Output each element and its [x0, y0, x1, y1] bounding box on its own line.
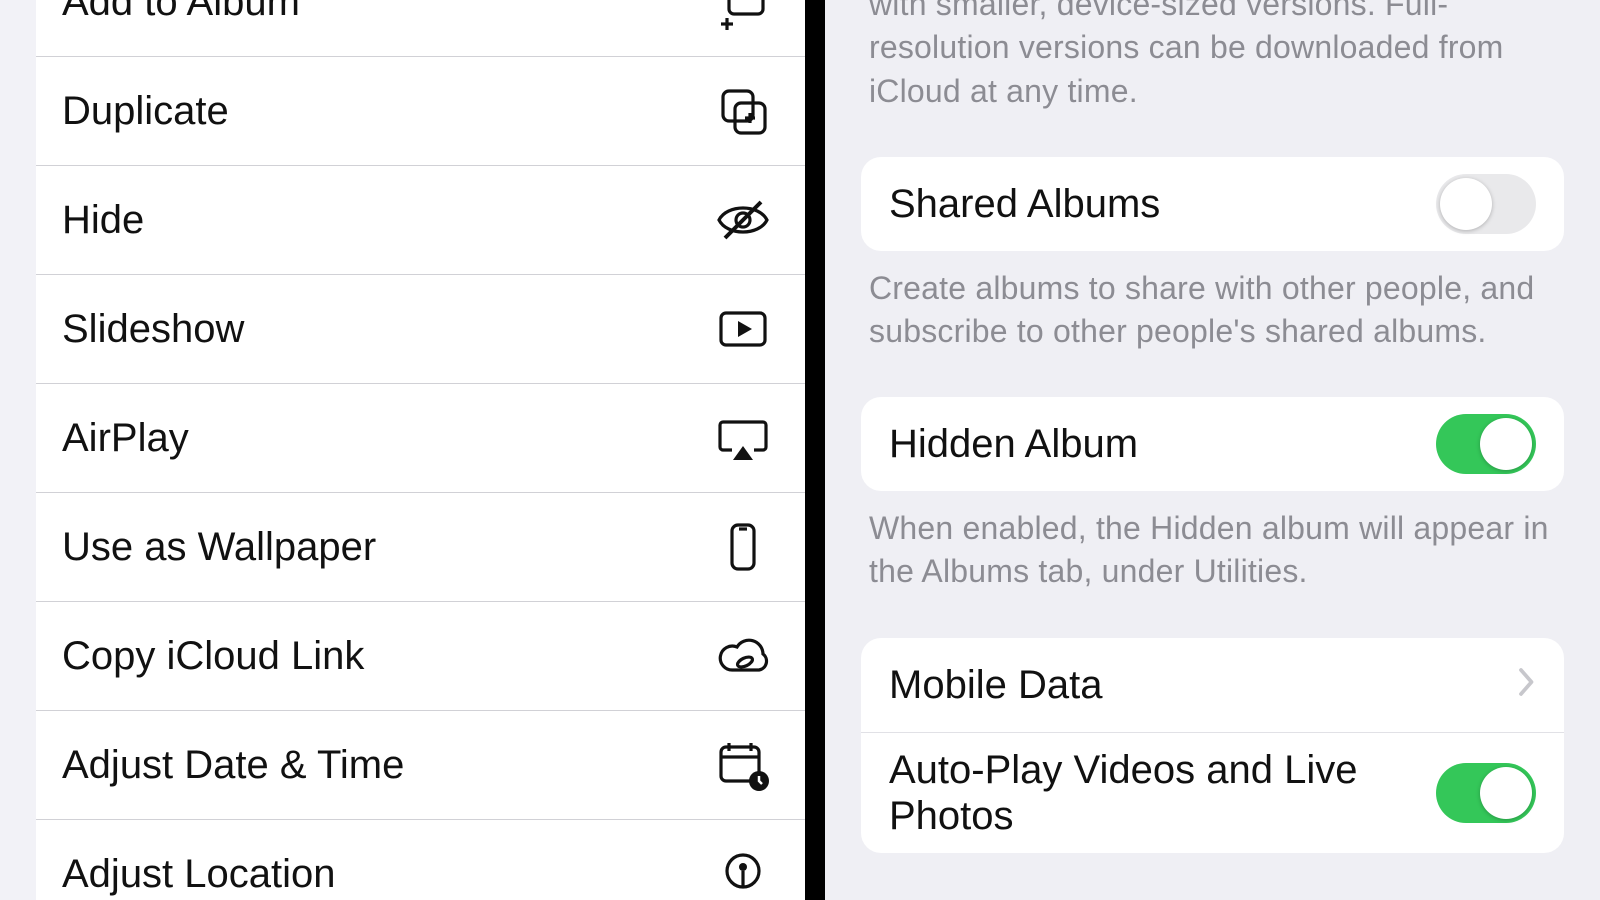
chevron-right-icon	[1518, 662, 1536, 707]
playback-card: Mobile Data Auto-Play Videos and Live Ph…	[861, 638, 1564, 853]
action-label: Add to Album	[62, 0, 300, 25]
rect-plus-icon	[715, 0, 771, 30]
action-label: Hide	[62, 198, 144, 243]
autoplay-label: Auto-Play Videos and Live Photos	[889, 747, 1409, 839]
duplicate-icon	[715, 83, 771, 139]
action-label: Adjust Date & Time	[62, 743, 404, 788]
action-adjust-date-time[interactable]: Adjust Date & Time	[36, 711, 805, 820]
action-copy-icloud-link[interactable]: Copy iCloud Link	[36, 602, 805, 711]
calendar-clock-icon	[715, 737, 771, 793]
eye-slash-icon	[715, 192, 771, 248]
shared-albums-toggle[interactable]	[1436, 174, 1536, 234]
autoplay-row[interactable]: Auto-Play Videos and Live Photos	[861, 732, 1564, 853]
cloud-link-icon	[715, 628, 771, 684]
shared-albums-row[interactable]: Shared Albums	[861, 157, 1564, 251]
action-label: Slideshow	[62, 307, 244, 352]
mobile-data-label: Mobile Data	[889, 662, 1102, 708]
play-rect-icon	[715, 301, 771, 357]
action-slideshow[interactable]: Slideshow	[36, 275, 805, 384]
action-label: Copy iCloud Link	[62, 634, 364, 679]
pin-circle-icon	[715, 847, 771, 900]
action-adjust-location[interactable]: Adjust Location	[36, 820, 805, 900]
shared-albums-card: Shared Albums	[861, 157, 1564, 251]
action-airplay[interactable]: AirPlay	[36, 384, 805, 493]
action-label: Use as Wallpaper	[62, 525, 376, 570]
hidden-album-footer: When enabled, the Hidden album will appe…	[861, 507, 1564, 593]
action-use-as-wallpaper[interactable]: Use as Wallpaper	[36, 493, 805, 602]
action-label: Adjust Location	[62, 852, 336, 897]
action-add-to-album[interactable]: Add to Album	[36, 0, 805, 57]
airplay-icon	[715, 410, 771, 466]
hidden-album-toggle[interactable]	[1436, 414, 1536, 474]
photos-settings-pane: photos and videos are automatically repl…	[805, 0, 1600, 900]
shared-albums-label: Shared Albums	[889, 181, 1160, 227]
action-label: Duplicate	[62, 89, 229, 134]
action-duplicate[interactable]: Duplicate	[36, 57, 805, 166]
autoplay-toggle[interactable]	[1436, 763, 1536, 823]
action-label: AirPlay	[62, 416, 189, 461]
shared-albums-footer: Create albums to share with other people…	[861, 267, 1564, 353]
action-hide[interactable]: Hide	[36, 166, 805, 275]
action-menu: Add to Album Duplicate Hide	[36, 0, 805, 900]
hidden-album-label: Hidden Album	[889, 421, 1138, 467]
hidden-album-card: Hidden Album	[861, 397, 1564, 491]
action-menu-pane: Add to Album Duplicate Hide	[0, 0, 805, 900]
mobile-data-row[interactable]: Mobile Data	[861, 638, 1564, 732]
storage-footer-text: photos and videos are automatically repl…	[861, 0, 1564, 113]
phone-icon	[715, 519, 771, 575]
hidden-album-row[interactable]: Hidden Album	[861, 397, 1564, 491]
